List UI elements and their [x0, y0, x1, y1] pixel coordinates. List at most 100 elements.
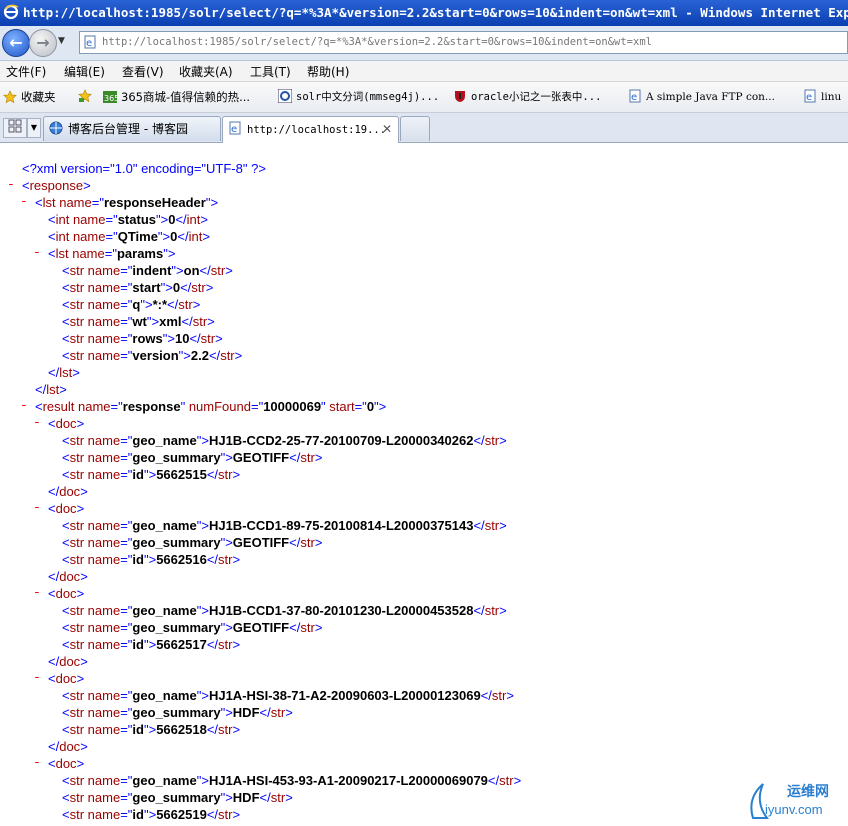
xml-punct: >	[232, 807, 241, 822]
xml-punct: >	[506, 688, 514, 703]
window-title: http://localhost:1985/solr/select/?q=*%3…	[23, 5, 848, 20]
navigation-bar: ← → ▼ e http://localhost:1985/solr/selec…	[0, 26, 848, 61]
xml-punct: ="	[120, 348, 133, 363]
xml-punct: >	[167, 331, 175, 346]
history-dropdown-icon[interactable]: ▼	[58, 36, 65, 46]
xml-punct: >	[80, 569, 88, 584]
xml-tag-name: str	[200, 331, 216, 346]
xml-line: <str name="geo_summary">GEOTIFF</str>	[62, 534, 322, 551]
xml-line: <str name="geo_summary">HDF</str>	[62, 704, 293, 721]
ie-page-icon: e	[629, 89, 641, 103]
tab-blog-admin[interactable]: 博客后台管理 - 博客园	[43, 116, 221, 141]
xml-line: <str name="geo_name">HJ1A-HSI-453-93-A1-…	[62, 772, 521, 789]
xml-attr-name: name	[87, 263, 121, 278]
site-shield-icon	[455, 91, 465, 102]
xml-punct: <	[62, 773, 70, 788]
menu-view[interactable]: 查看(V)	[122, 63, 164, 80]
xml-line: <str name="geo_name">HJ1B-CCD1-37-80-201…	[62, 602, 507, 619]
new-tab-button[interactable]	[400, 116, 430, 141]
xml-attr-value: geo_name	[132, 773, 197, 788]
xml-punct: >	[167, 246, 176, 261]
xml-attr-name: name	[87, 722, 121, 737]
xml-punct: >	[205, 280, 214, 295]
tab-bar: ▼ 博客后台管理 - 博客园 e http://localhost:19... ✕	[0, 113, 848, 143]
collapse-toggle[interactable]: -	[33, 585, 41, 600]
xml-punct: </	[199, 263, 211, 278]
xml-attr-name: name	[87, 603, 121, 618]
xml-attr-value: responseHeader	[103, 195, 206, 210]
xml-punct: <	[62, 552, 70, 567]
collapse-toggle[interactable]: -	[33, 415, 41, 430]
xml-punct: </	[289, 535, 301, 550]
watermark-logo-icon	[750, 783, 769, 819]
xml-punct: >	[513, 773, 522, 788]
xml-punct: </	[259, 790, 271, 805]
xml-punct: </	[206, 637, 219, 652]
add-favorite-button[interactable]	[78, 89, 96, 103]
collapse-toggle[interactable]: -	[33, 245, 41, 260]
xml-tag-name: str	[218, 722, 233, 737]
xml-punct: <	[62, 705, 70, 720]
xml-punct: >	[314, 535, 323, 550]
collapse-toggle[interactable]: -	[20, 194, 28, 209]
xml-attr-name: name	[87, 280, 121, 295]
xml-attr-value: version	[132, 348, 179, 363]
xml-punct: </	[206, 467, 219, 482]
xml-tag-name: str	[484, 518, 500, 533]
xml-tag-name: str	[69, 263, 85, 278]
xml-tag-name: str	[69, 450, 85, 465]
collapse-toggle[interactable]: -	[33, 670, 41, 685]
menu-edit[interactable]: 编辑(E)	[64, 63, 105, 80]
xml-attr-name: name	[87, 297, 121, 312]
back-button[interactable]: ←	[2, 29, 30, 57]
xml-line: <str name="geo_summary">GEOTIFF</str>	[62, 449, 322, 466]
xml-tag-name: lst	[59, 365, 73, 380]
xml-punct: </	[175, 212, 187, 227]
xml-punct: >	[59, 382, 67, 397]
tab-list-dropdown-icon[interactable]: ▼	[27, 118, 41, 138]
collapse-toggle[interactable]: -	[7, 177, 15, 192]
favorite-link-oracle[interactable]: oracle小记之一张表中...	[453, 89, 601, 104]
menu-favorites[interactable]: 收藏夹(A)	[179, 63, 233, 80]
xml-tag-name: doc	[55, 586, 77, 601]
xml-line: <str name="geo_summary">GEOTIFF</str>	[62, 619, 322, 636]
xml-attr-name: name	[87, 518, 121, 533]
xml-punct: </	[48, 654, 60, 669]
xml-line: <str name="geo_name">HJ1B-CCD2-25-77-201…	[62, 432, 507, 449]
xml-tag-name: doc	[55, 416, 77, 431]
xml-punct: >	[314, 450, 323, 465]
address-bar[interactable]: e http://localhost:1985/solr/select/?q=*…	[79, 31, 848, 54]
svg-text:e: e	[231, 124, 237, 135]
xml-punct: <	[62, 603, 70, 618]
collapse-toggle[interactable]: -	[33, 500, 41, 515]
xml-text-value: GEOTIFF	[232, 535, 290, 550]
collapse-toggle[interactable]: -	[33, 755, 41, 770]
xml-line: <doc>	[48, 755, 84, 772]
menu-tools[interactable]: 工具(T)	[250, 63, 291, 80]
favorite-link-linux[interactable]: e linu	[803, 89, 841, 103]
collapse-toggle[interactable]: -	[20, 398, 28, 413]
xml-punct: <	[22, 178, 30, 193]
menu-help[interactable]: 帮助(H)	[307, 63, 349, 80]
xml-punct: >	[183, 348, 191, 363]
favorites-button[interactable]: 收藏夹	[3, 89, 56, 105]
forward-button[interactable]: →	[29, 29, 57, 57]
xml-attr-value: 0	[366, 399, 375, 414]
xml-punct: ="	[120, 722, 133, 737]
favorite-link-java-ftp[interactable]: e A simple Java FTP con...	[628, 89, 775, 103]
xml-punct: >	[80, 484, 88, 499]
xml-punct: ="	[120, 331, 133, 346]
quick-tabs-button[interactable]	[3, 118, 27, 138]
favorite-link-365[interactable]: 365 365商城-值得信赖的热...	[103, 89, 250, 105]
xml-punct: <	[62, 688, 70, 703]
xml-punct: >	[225, 620, 233, 635]
xml-line: <doc>	[48, 670, 84, 687]
xml-attr-name: name	[87, 688, 121, 703]
ie-logo-icon	[3, 4, 19, 20]
close-tab-icon[interactable]: ✕	[382, 117, 392, 141]
address-url[interactable]: http://localhost:1985/solr/select/?q=*%3…	[102, 32, 652, 53]
favorite-link-solr[interactable]: solr中文分词(mmseg4j)...	[278, 89, 439, 104]
menu-file[interactable]: 文件(F)	[6, 63, 46, 80]
tab-localhost[interactable]: e http://localhost:19... ✕	[222, 116, 399, 143]
xml-tag-name: str	[300, 535, 315, 550]
